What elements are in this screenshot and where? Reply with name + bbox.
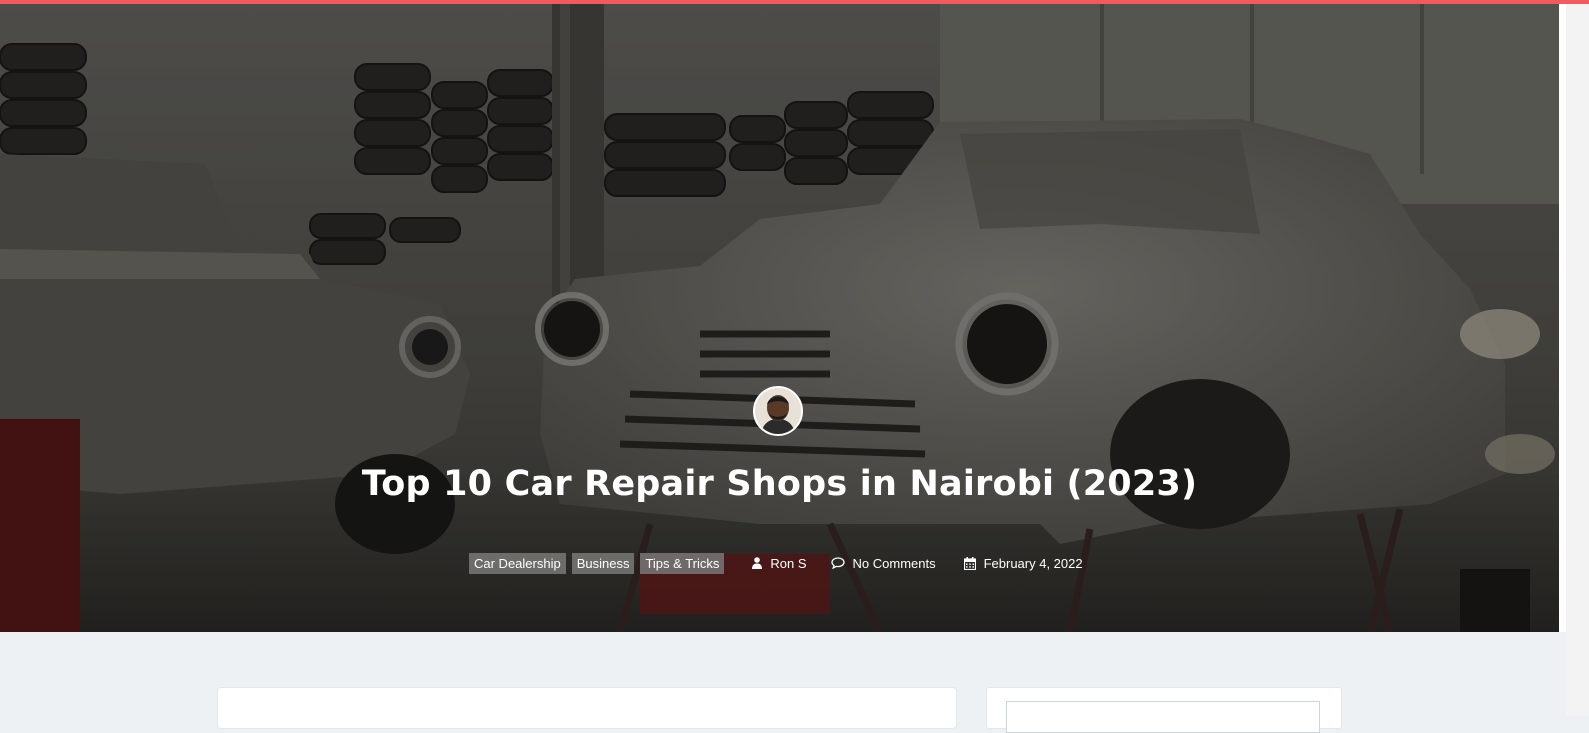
date-link[interactable]: February 4, 2022 (984, 556, 1083, 571)
post-meta: Car Dealership Business Tips & Tricks Ro… (469, 552, 1083, 574)
comments-link[interactable]: No Comments (853, 556, 936, 571)
user-icon (752, 557, 763, 569)
post-author: Ron S (752, 556, 807, 571)
sidebar-widget-card (986, 687, 1342, 733)
hero-banner: Top 10 Car Repair Shops in Nairobi (2023… (0, 4, 1559, 632)
author-avatar-image (755, 388, 801, 434)
comment-bubble-icon (830, 557, 845, 569)
sidebar-search-input[interactable] (1006, 701, 1320, 733)
post-title: Top 10 Car Repair Shops in Nairobi (2023… (361, 464, 1198, 504)
post-date: February 4, 2022 (963, 556, 1083, 571)
category-tag-business[interactable]: Business (571, 552, 635, 574)
hero-dark-overlay (0, 4, 1559, 632)
post-comments: No Comments (830, 556, 936, 571)
category-tag-car-dealership[interactable]: Car Dealership (469, 552, 566, 574)
author-link[interactable]: Ron S (770, 556, 806, 571)
author-avatar[interactable] (753, 386, 803, 436)
calendar-icon (963, 556, 976, 570)
category-tag-tips-tricks[interactable]: Tips & Tricks (640, 552, 725, 574)
scrollbar[interactable] (1566, 4, 1589, 716)
post-content-card (217, 687, 957, 729)
